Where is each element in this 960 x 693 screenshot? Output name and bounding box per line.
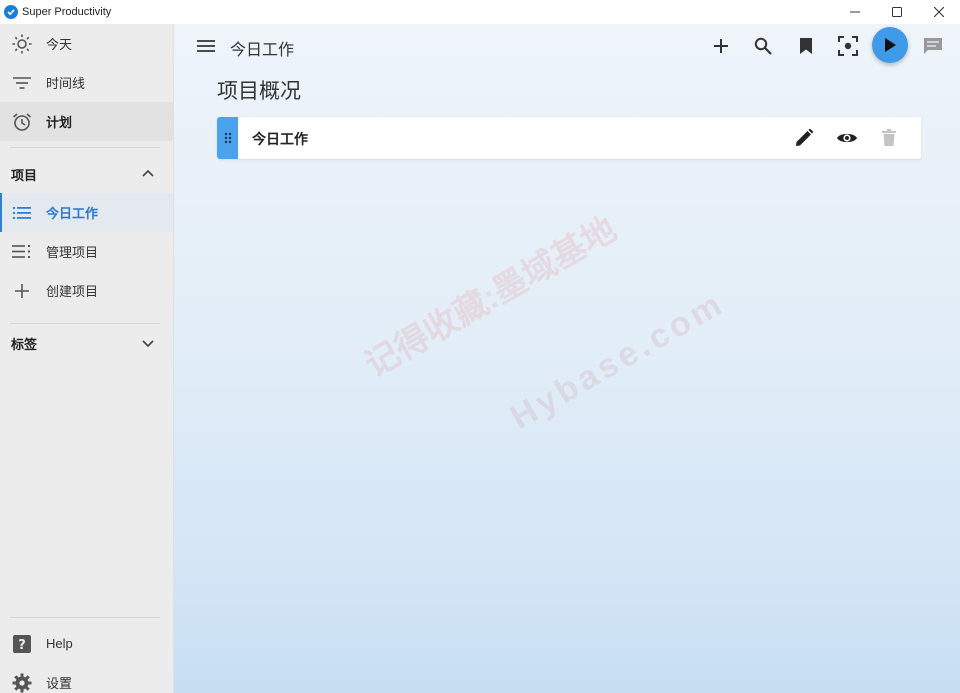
toggle-visibility-button[interactable] — [835, 126, 859, 150]
bookmark-button[interactable] — [793, 33, 819, 59]
sidebar-item-manage-projects[interactable]: 管理项目 — [0, 232, 173, 271]
sidebar-item-label: 管理项目 — [46, 245, 99, 260]
gear-icon — [11, 672, 32, 693]
play-button[interactable] — [872, 27, 908, 63]
svg-text:?: ? — [18, 638, 26, 653]
title-bar: Super Productivity — [0, 0, 960, 24]
sidebar-item-create-project[interactable]: 创建项目 — [0, 271, 173, 310]
sidebar-item-help[interactable]: ? Help — [0, 624, 173, 663]
menu-icon — [197, 40, 215, 52]
app-logo-icon — [4, 5, 18, 19]
projects-section-label: 项目 — [11, 167, 38, 183]
search-button[interactable] — [750, 33, 776, 59]
play-icon — [885, 38, 896, 52]
tags-section-header[interactable]: 标签 — [0, 326, 173, 360]
sidebar-item-label: 时间线 — [46, 76, 86, 91]
focus-mode-button[interactable] — [835, 33, 861, 59]
sidebar-item-label: 今天 — [46, 37, 73, 52]
project-name: 今日工作 — [252, 131, 308, 147]
search-icon — [754, 37, 772, 55]
menu-button[interactable] — [193, 33, 219, 59]
drag-indicator-icon — [224, 132, 231, 144]
divider — [10, 617, 160, 618]
window-title: Super Productivity — [22, 6, 112, 18]
watermark-text: 记得收藏:墨域基地 — [358, 210, 623, 385]
plus-icon — [714, 39, 728, 53]
divider — [10, 147, 160, 148]
sidebar-item-label: 计划 — [46, 115, 73, 130]
drag-handle[interactable] — [217, 117, 238, 159]
page-title: 今日工作 — [230, 42, 295, 59]
eye-icon — [837, 133, 857, 143]
trash-icon — [882, 129, 896, 146]
projects-section-header[interactable]: 项目 — [0, 157, 173, 191]
edit-project-button[interactable] — [792, 126, 816, 150]
playlist-icon — [11, 241, 32, 262]
list-icon — [11, 202, 32, 223]
sun-icon — [11, 33, 32, 54]
comment-icon — [924, 38, 942, 54]
delete-project-button[interactable] — [877, 126, 901, 150]
watermark-url: Hybase.com — [504, 283, 732, 437]
chevron-down-icon — [139, 334, 157, 352]
sidebar-item-today[interactable]: 今天 — [0, 24, 173, 63]
add-task-button[interactable] — [708, 33, 734, 59]
project-card[interactable]: 今日工作 — [217, 117, 921, 159]
sidebar-item-label: 创建项目 — [46, 284, 99, 299]
main-content: 今日工作 项目概况 今日工作 记得收藏:墨域基地 Hybase.com — [174, 24, 960, 693]
center-focus-icon — [838, 36, 858, 56]
chevron-up-icon — [139, 165, 157, 183]
filter-list-icon — [11, 72, 32, 93]
section-title: 项目概况 — [217, 80, 301, 103]
toolbar: 今日工作 — [174, 24, 960, 68]
help-icon: ? — [11, 633, 32, 654]
sidebar: 今天 时间线 计划 项目 今日工作 管理项目 创建项目 标签 ? Help 设置 — [0, 24, 174, 693]
sidebar-item-project-today-work[interactable]: 今日工作 — [0, 193, 173, 232]
alarm-icon — [11, 111, 32, 132]
plus-icon — [11, 280, 32, 301]
bookmark-icon — [800, 38, 812, 54]
close-button[interactable] — [918, 0, 960, 24]
sidebar-item-label: Help — [46, 636, 73, 651]
sidebar-item-plan[interactable]: 计划 — [0, 102, 173, 141]
tags-section-label: 标签 — [11, 336, 38, 352]
sidebar-item-timeline[interactable]: 时间线 — [0, 63, 173, 102]
divider — [10, 323, 160, 324]
notes-button[interactable] — [920, 33, 946, 59]
sidebar-item-label: 设置 — [46, 676, 73, 691]
sidebar-item-label: 今日工作 — [46, 206, 99, 221]
sidebar-item-settings[interactable]: 设置 — [0, 663, 173, 693]
minimize-button[interactable] — [834, 0, 876, 24]
maximize-button[interactable] — [876, 0, 918, 24]
pencil-icon — [796, 129, 813, 146]
